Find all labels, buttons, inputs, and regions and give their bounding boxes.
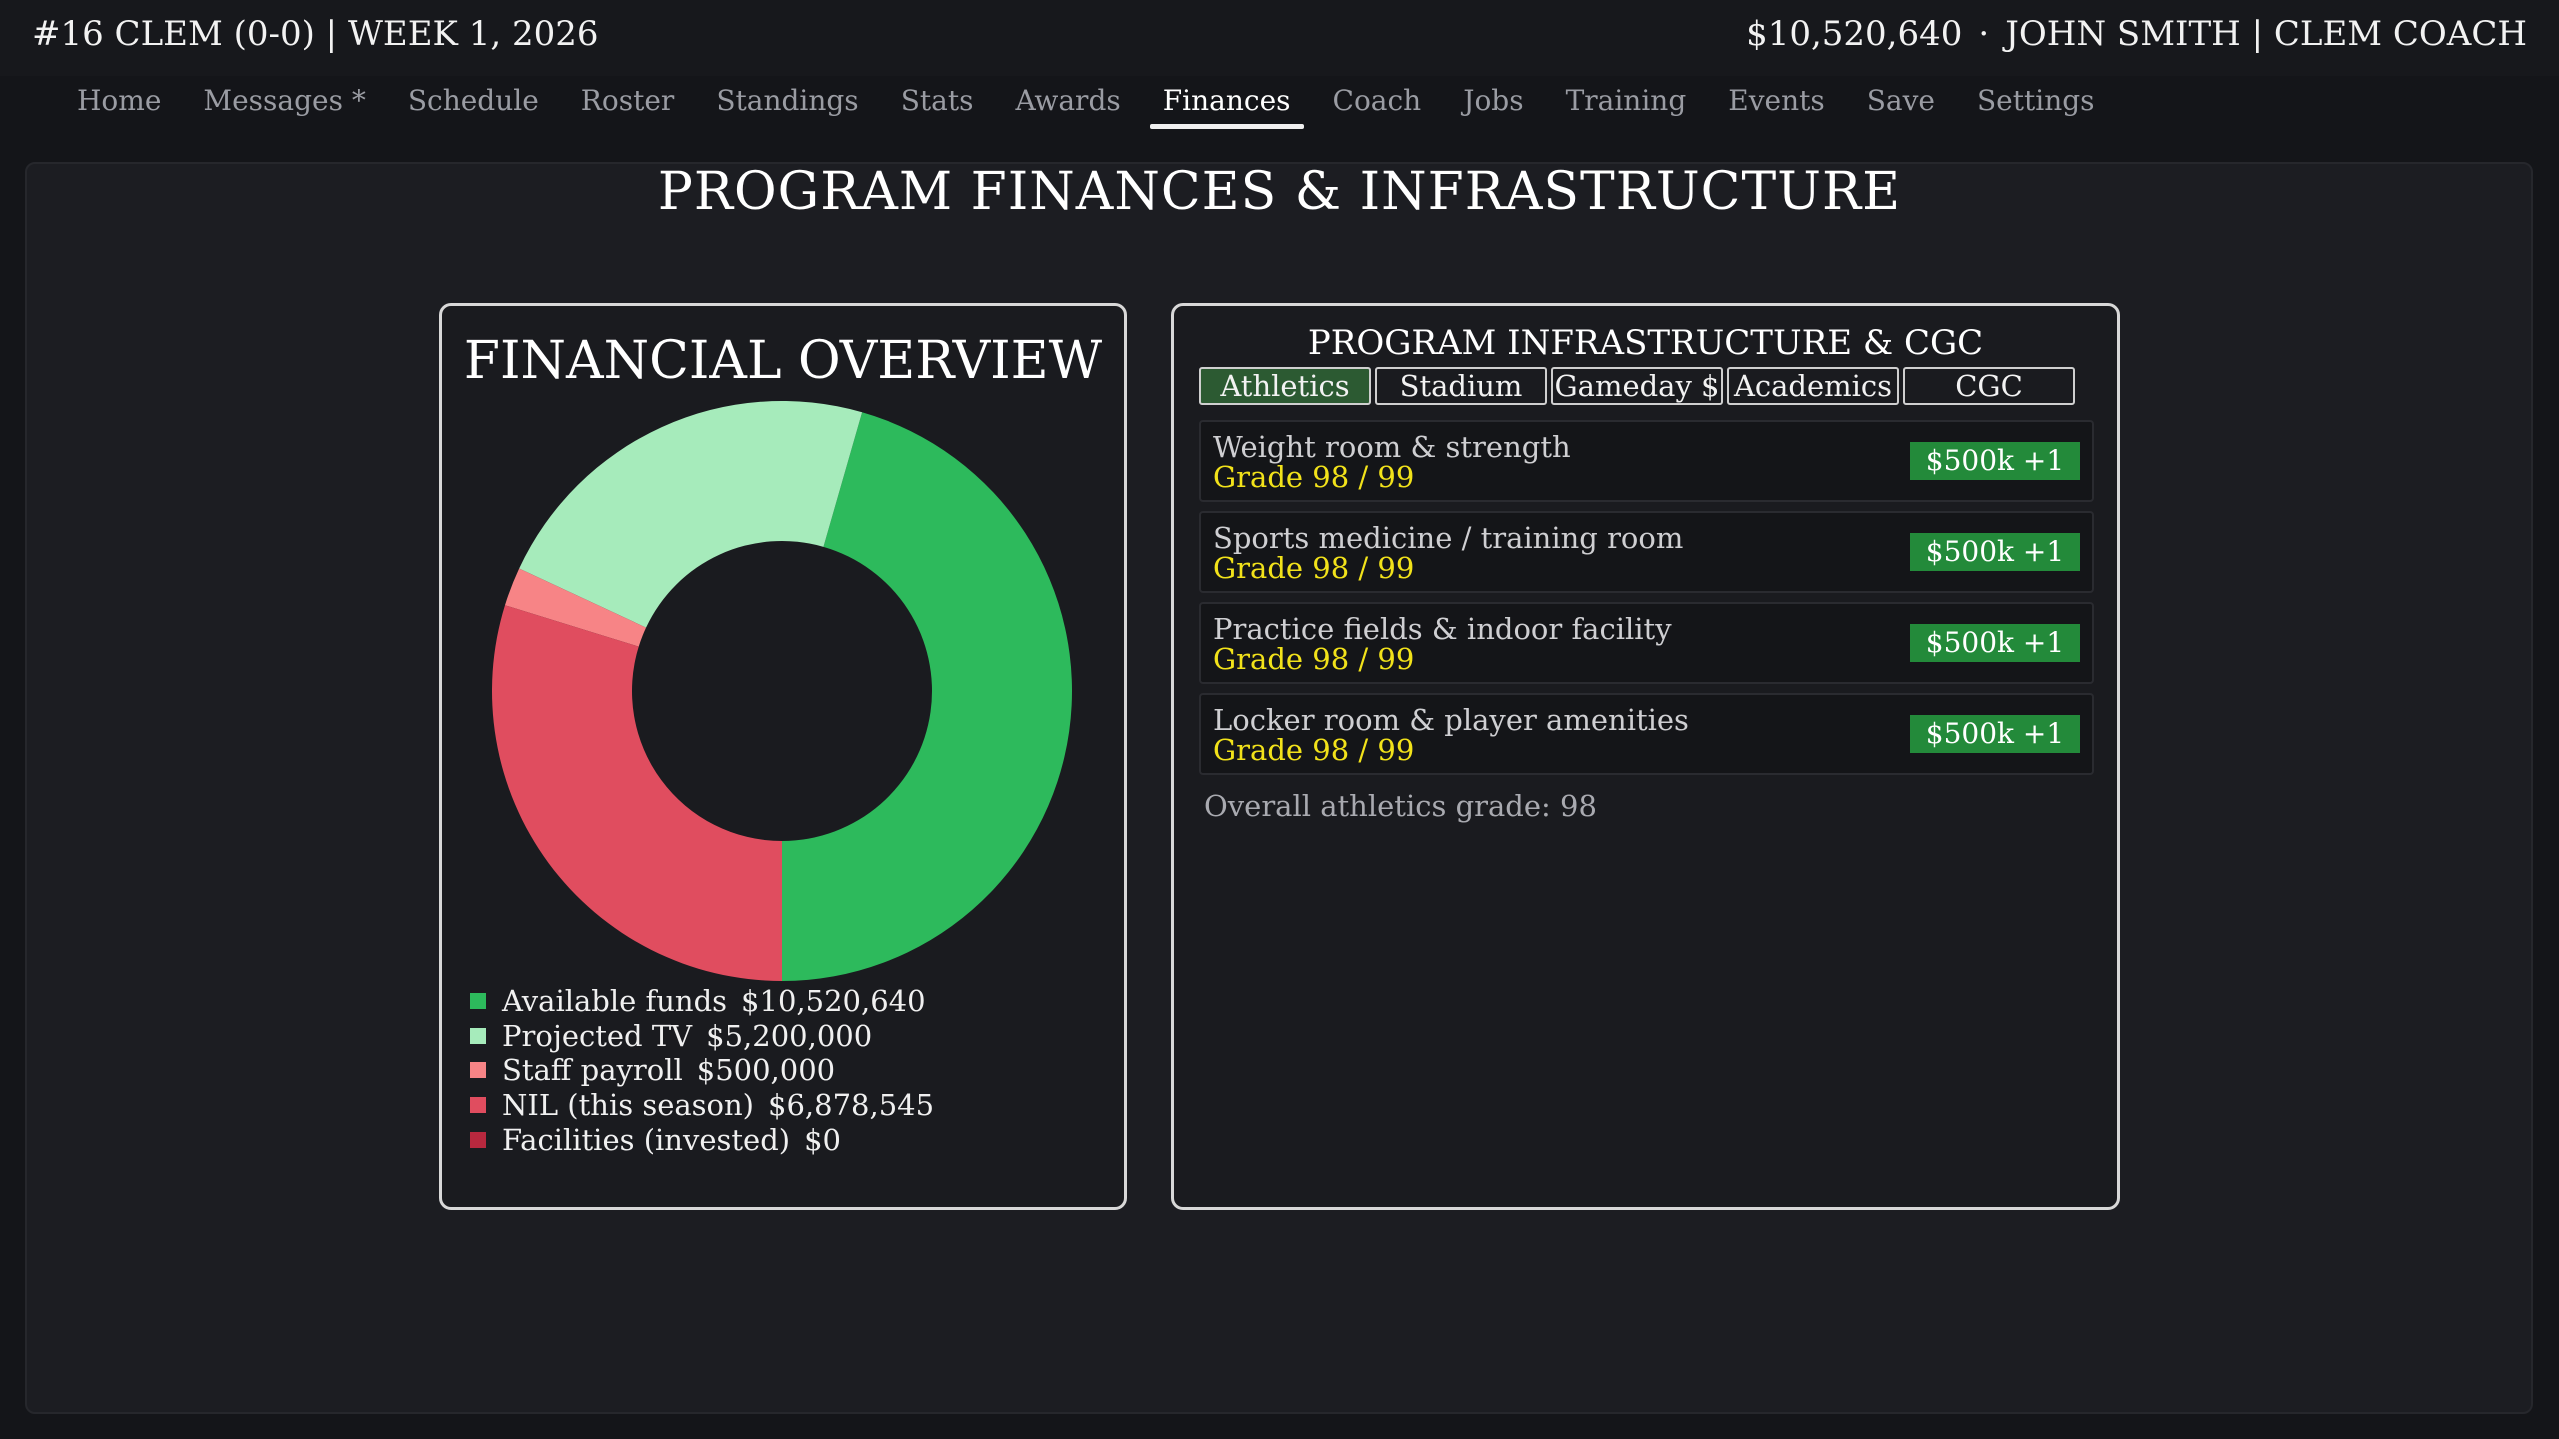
nav-settings[interactable]: Settings [1956,80,2116,129]
legend-swatch [470,993,486,1010]
infrastructure-tabs: Athletics Stadium Gameday $ Academics CG… [1199,367,2075,405]
legend-label: NIL (this season) [502,1088,754,1123]
facility-row: Weight room & strength Grade 98 / 99 $50… [1199,420,2094,502]
nav-messages[interactable]: Messages * [182,80,386,129]
tab-stadium[interactable]: Stadium [1375,367,1547,405]
facility-row: Locker room & player amenities Grade 98 … [1199,693,2094,775]
nav-schedule[interactable]: Schedule [387,80,560,129]
legend-value: $10,520,640 [741,984,926,1019]
facility-row: Sports medicine / training room Grade 98… [1199,511,2094,593]
facility-grade: Grade 98 / 99 [1213,733,1415,767]
upgrade-button[interactable]: $500k +1 [1910,533,2080,571]
financial-overview-title: FINANCIAL OVERVIEW [463,331,1103,391]
legend-item: NIL (this season) $6,878,545 [470,1088,934,1123]
legend-swatch [470,1062,486,1079]
overall-grade: Overall athletics grade: 98 [1204,789,1597,823]
nav-roster[interactable]: Roster [560,80,696,129]
facility-name: Sports medicine / training room [1213,521,1684,555]
legend-label: Facilities (invested) [502,1122,791,1157]
legend-label: Staff payroll [502,1053,683,1088]
facility-name: Locker room & player amenities [1213,703,1689,737]
legend-swatch [470,1097,486,1114]
top-bar: #16 CLEM (0-0) | WEEK 1, 2026 $10,520,64… [0,0,2559,76]
page-title: PROGRAM FINANCES & INFRASTRUCTURE [657,162,1902,222]
legend-label: Projected TV [502,1018,693,1053]
financial-overview-card: FINANCIAL OVERVIEW Available funds $10,5… [439,303,1127,1210]
chart-legend: Available funds $10,520,640 Projected TV… [470,984,934,1157]
facility-row: Practice fields & indoor facility Grade … [1199,602,2094,684]
legend-item: Projected TV $5,200,000 [470,1019,934,1054]
nav-save[interactable]: Save [1846,80,1956,129]
nav-stats[interactable]: Stats [880,80,995,129]
legend-value: $0 [804,1122,841,1157]
legend-label: Available funds [502,984,728,1019]
legend-value: $6,878,545 [768,1088,935,1123]
legend-value: $5,200,000 [706,1018,873,1053]
legend-item: Available funds $10,520,640 [470,984,934,1019]
facility-grade: Grade 98 / 99 [1213,642,1415,676]
nav-awards[interactable]: Awards [994,80,1141,129]
main-nav: Home Messages * Schedule Roster Standing… [56,80,2116,136]
coach-info: $10,520,640 · JOHN SMITH | CLEM COACH [1746,14,2527,54]
coach-name: JOHN SMITH | CLEM COACH [2005,14,2527,54]
separator-dot: · [1978,14,1990,54]
donut-slice-nil-this-season [492,605,782,981]
nav-home[interactable]: Home [56,80,182,129]
legend-swatch [470,1131,486,1148]
facility-name: Practice fields & indoor facility [1213,612,1672,646]
legend-item: Facilities (invested) $0 [470,1122,934,1157]
upgrade-button[interactable]: $500k +1 [1910,442,2080,480]
upgrade-button[interactable]: $500k +1 [1910,624,2080,662]
nav-training[interactable]: Training [1545,80,1708,129]
infrastructure-title: PROGRAM INFRASTRUCTURE & CGC [1307,323,1984,363]
nav-jobs[interactable]: Jobs [1442,80,1544,129]
legend-item: Staff payroll $500,000 [470,1053,934,1088]
nav-events[interactable]: Events [1707,80,1845,129]
infrastructure-card: PROGRAM INFRASTRUCTURE & CGC Athletics S… [1171,303,2120,1210]
legend-value: $500,000 [696,1053,836,1088]
tab-academics[interactable]: Academics [1727,367,1899,405]
tab-athletics[interactable]: Athletics [1199,367,1371,405]
facility-grade: Grade 98 / 99 [1213,551,1415,585]
facility-grade: Grade 98 / 99 [1213,460,1415,494]
facility-name: Weight room & strength [1213,430,1571,464]
upgrade-button[interactable]: $500k +1 [1910,715,2080,753]
tab-cgc[interactable]: CGC [1903,367,2075,405]
nav-finances[interactable]: Finances [1142,80,1312,129]
nav-coach[interactable]: Coach [1312,80,1443,129]
funds-display: $10,520,640 [1746,14,1963,54]
nav-standings[interactable]: Standings [695,80,879,129]
legend-swatch [470,1027,486,1044]
tab-gameday[interactable]: Gameday $ [1551,367,1723,405]
funds-donut-chart [492,401,1072,981]
team-status: #16 CLEM (0-0) | WEEK 1, 2026 [32,14,599,54]
